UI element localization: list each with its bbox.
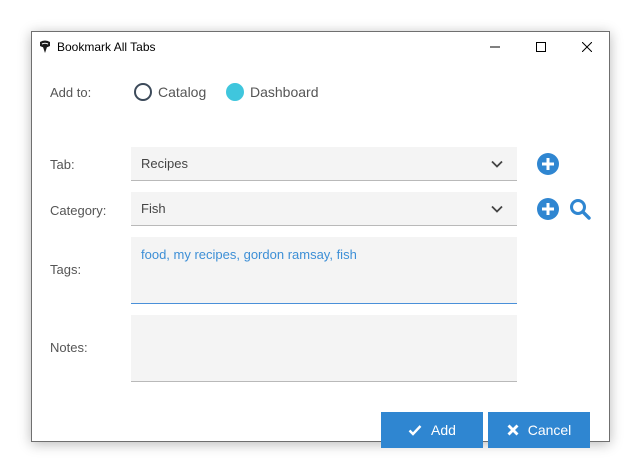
notes-input[interactable] xyxy=(131,315,517,382)
category-select[interactable]: Fish xyxy=(131,192,517,226)
window-title: Bookmark All Tabs xyxy=(57,40,156,54)
add-category-icon[interactable] xyxy=(537,198,559,220)
add-button[interactable]: Add xyxy=(381,412,483,448)
radio-circle-dashboard[interactable] xyxy=(226,83,244,101)
cancel-button-label: Cancel xyxy=(527,422,572,438)
dialog-content: Add to: Catalog Dashboard Tab: Recipes C… xyxy=(32,62,609,448)
bookmark-app-icon xyxy=(40,40,50,53)
minimize-button[interactable] xyxy=(472,32,518,62)
tab-select-value: Recipes xyxy=(141,156,188,171)
add-to-label: Add to: xyxy=(50,85,92,100)
radio-dashboard[interactable]: Dashboard xyxy=(226,83,319,101)
checkmark-icon xyxy=(408,425,422,436)
radio-label-dashboard: Dashboard xyxy=(250,84,319,100)
x-icon xyxy=(507,424,519,436)
cancel-button[interactable]: Cancel xyxy=(488,412,590,448)
tab-select[interactable]: Recipes xyxy=(131,147,517,181)
radio-label-catalog: Catalog xyxy=(158,84,207,100)
chevron-down-icon xyxy=(491,205,503,213)
bookmark-dialog: Bookmark All Tabs Add to: Catalog Dashbo… xyxy=(31,31,610,448)
category-label: Category: xyxy=(50,203,107,218)
minimize-icon xyxy=(490,46,500,48)
tab-label: Tab: xyxy=(50,157,75,172)
close-button[interactable] xyxy=(564,32,610,62)
notes-label: Notes: xyxy=(50,340,88,355)
add-button-label: Add xyxy=(431,422,456,438)
add-tab-icon[interactable] xyxy=(537,153,559,175)
radio-catalog[interactable]: Catalog xyxy=(134,83,206,101)
maximize-icon xyxy=(536,42,546,52)
tags-input[interactable]: food, my recipes, gordon ramsay, fish xyxy=(131,237,517,304)
category-select-value: Fish xyxy=(141,201,166,216)
radio-circle-catalog[interactable] xyxy=(134,83,152,101)
close-icon xyxy=(582,42,592,52)
chevron-down-icon xyxy=(491,160,503,168)
search-category-icon[interactable] xyxy=(569,198,591,220)
maximize-button[interactable] xyxy=(518,32,564,62)
title-bar: Bookmark All Tabs xyxy=(32,32,609,62)
tags-label: Tags: xyxy=(50,262,82,277)
tags-input-value: food, my recipes, gordon ramsay, fish xyxy=(141,247,357,262)
